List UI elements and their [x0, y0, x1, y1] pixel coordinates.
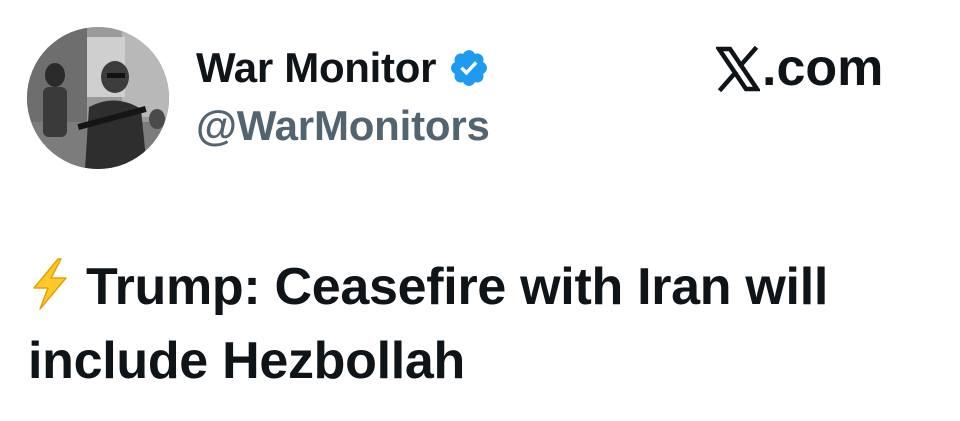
author-display-name[interactable]: War Monitor [196, 44, 436, 92]
brand-watermark: .com [714, 36, 884, 100]
tweet-body: Trump: Ceasefire with Iran will include … [28, 250, 928, 398]
avatar-photo [27, 27, 169, 169]
avatar[interactable] [27, 27, 169, 169]
author-name-row: War Monitor [196, 40, 490, 96]
verified-badge-icon [448, 47, 490, 89]
x-logo-icon [714, 45, 762, 93]
author-handle[interactable]: @WarMonitors [196, 102, 490, 150]
tweet-text: Trump: Ceasefire with Iran will include … [28, 258, 828, 390]
high-voltage-icon [28, 256, 72, 310]
brand-domain-text: .com [762, 39, 884, 97]
